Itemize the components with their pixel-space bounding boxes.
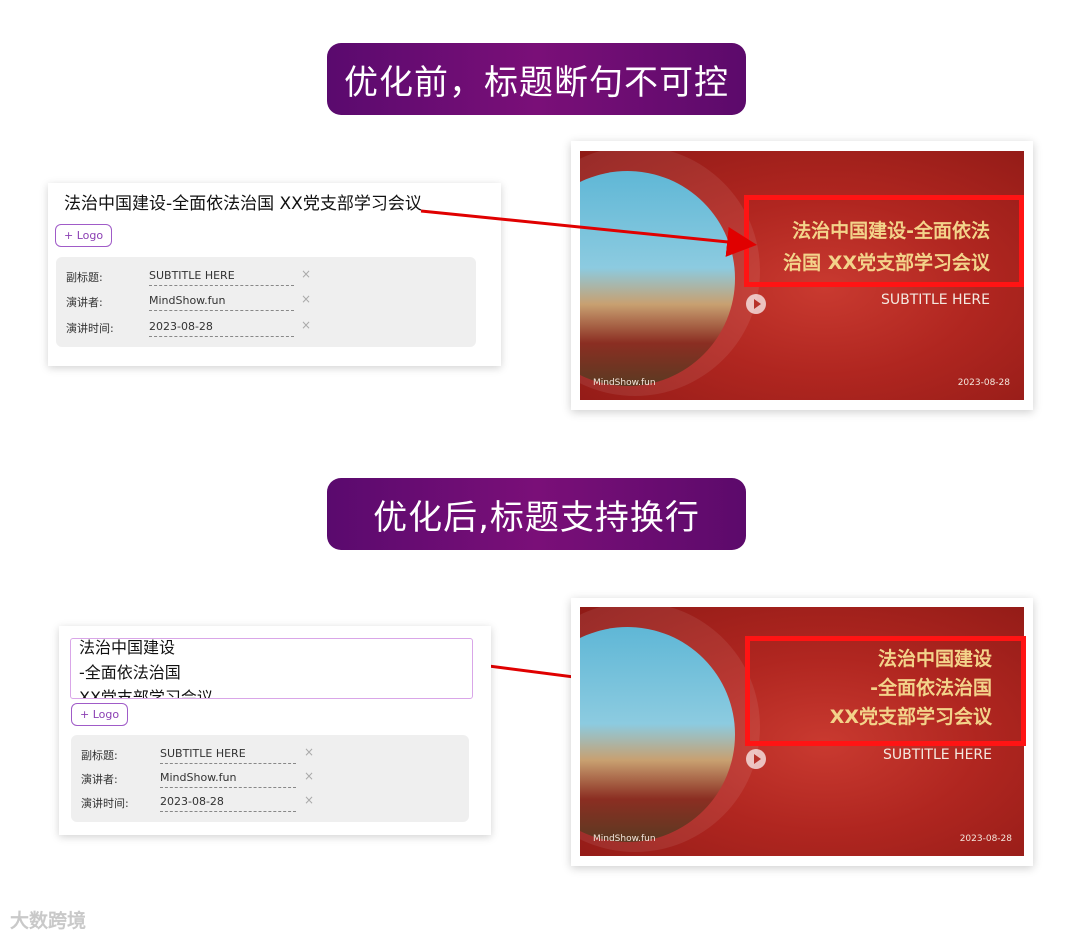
speaker-label: 演讲者: bbox=[81, 773, 118, 786]
slide-footer-left: MindShow.fun bbox=[593, 834, 656, 844]
slide-subtitle: SUBTITLE HERE bbox=[882, 747, 992, 763]
subtitle-field[interactable]: SUBTITLE HERE bbox=[160, 747, 296, 764]
add-logo-button[interactable]: + Logo bbox=[71, 703, 129, 726]
fields-panel: 副标题: SUBTITLE HERE × 演讲者: MindShow.fun ×… bbox=[56, 257, 476, 347]
speaker-label: 演讲者: bbox=[66, 296, 103, 309]
close-icon[interactable]: × bbox=[301, 318, 311, 332]
title-form-after: 法治中国建设 -全面依法治国 XX党支部学习会议 + Logo 副标题: SUB… bbox=[59, 626, 491, 835]
banner-before: 优化前，标题断句不可控 bbox=[327, 43, 746, 115]
speaker-field[interactable]: MindShow.fun bbox=[149, 294, 294, 311]
play-icon[interactable] bbox=[746, 294, 766, 314]
highlight-box bbox=[745, 636, 1026, 746]
slide-subtitle: SUBTITLE HERE bbox=[880, 292, 990, 308]
title-textarea[interactable]: 法治中国建设 -全面依法治国 XX党支部学习会议 bbox=[70, 638, 473, 699]
title-form-before: 法治中国建设-全面依法治国 XX党支部学习会议 + Logo 副标题: SUBT… bbox=[48, 183, 501, 366]
title-line: XX党支部学习会议 bbox=[79, 688, 213, 699]
date-label: 演讲时间: bbox=[66, 322, 114, 335]
banner-after: 优化后,标题支持换行 bbox=[327, 478, 746, 550]
speaker-field[interactable]: MindShow.fun bbox=[160, 771, 296, 788]
close-icon[interactable]: × bbox=[301, 292, 311, 306]
slide-footer-right: 2023-08-28 bbox=[957, 378, 1010, 388]
subtitle-field[interactable]: SUBTITLE HERE bbox=[149, 269, 294, 286]
slide-footer-right: 2023-08-28 bbox=[959, 834, 1012, 844]
play-icon[interactable] bbox=[746, 749, 766, 769]
close-icon[interactable]: × bbox=[304, 745, 314, 759]
subtitle-label: 副标题: bbox=[66, 271, 103, 284]
date-label: 演讲时间: bbox=[81, 797, 129, 810]
title-line: 法治中国建设 bbox=[79, 638, 176, 657]
title-line: -全面依法治国 bbox=[79, 663, 181, 682]
subtitle-label: 副标题: bbox=[81, 749, 118, 762]
slide-footer-left: MindShow.fun bbox=[593, 378, 656, 388]
close-icon[interactable]: × bbox=[304, 769, 314, 783]
date-field[interactable]: 2023-08-28 bbox=[160, 795, 296, 812]
date-field[interactable]: 2023-08-28 bbox=[149, 320, 294, 337]
highlight-box bbox=[744, 195, 1024, 287]
close-icon[interactable]: × bbox=[301, 267, 311, 281]
close-icon[interactable]: × bbox=[304, 793, 314, 807]
add-logo-button[interactable]: + Logo bbox=[55, 224, 113, 247]
title-input[interactable]: 法治中国建设-全面依法治国 XX党支部学习会议 bbox=[64, 189, 422, 214]
fields-panel: 副标题: SUBTITLE HERE × 演讲者: MindShow.fun ×… bbox=[71, 735, 469, 822]
watermark: 大数跨境 bbox=[10, 910, 87, 932]
